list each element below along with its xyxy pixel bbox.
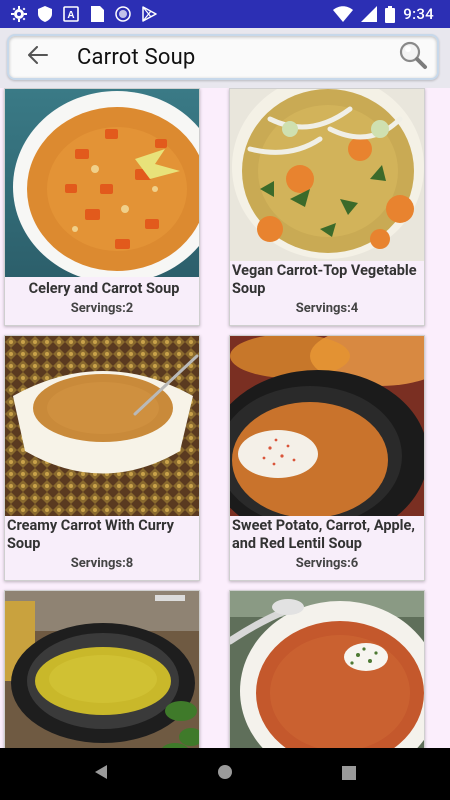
recipe-image [230,89,424,261]
nav-home-button[interactable] [163,748,287,800]
recipe-title: Celery and Carrot Soup [28,280,180,297]
recipe-card[interactable]: Sweet Potato, Carrot, Apple, and Red Len… [229,335,425,581]
recipe-servings: Servings:6 [295,556,359,571]
recipe-title: Sweet Potato, Carrot, Apple, and Red Len… [232,517,415,552]
system-nav-bar [0,748,450,800]
recipe-servings: Servings:2 [70,301,134,316]
recipe-card[interactable]: Vegan Carrot-Top Vegetable Soup Servings… [229,88,425,326]
sim-card-icon [89,6,105,22]
nav-recents-square-icon [342,765,356,784]
gear-icon [11,6,27,22]
recipe-servings: Servings:4 [295,301,359,316]
recipe-card[interactable] [229,590,425,748]
recipe-image [5,336,199,516]
wifi-icon [333,6,354,22]
status-time: 9:34 [403,5,434,23]
recipe-title: Creamy Carrot With Curry Soup [7,517,174,552]
recipe-image [5,591,199,748]
circle-icon [115,6,131,22]
recipe-image [5,89,199,277]
status-bar: A 9:34 [0,0,450,28]
recipe-grid: Celery and Carrot Soup Servings:2 Vegan … [0,88,450,748]
nav-back-triangle-icon [94,764,108,784]
signal-icon [361,6,378,22]
recipe-servings: Servings:8 [70,556,134,571]
nav-recents-button[interactable] [287,748,411,800]
back-button[interactable] [15,36,61,78]
magnifier-icon [398,40,428,74]
search-bar[interactable]: Carrot Soup [7,34,439,80]
nav-back-button[interactable] [39,748,163,800]
recipe-card[interactable]: Celery and Carrot Soup Servings:2 [4,88,200,326]
recipe-image [230,591,424,748]
recipe-card[interactable]: Creamy Carrot With Curry Soup Servings:8 [4,335,200,581]
play-store-icon [141,6,157,22]
shield-icon [37,6,53,22]
arrow-left-icon [28,46,48,68]
recipe-image [230,336,424,516]
recipe-title: Vegan Carrot-Top Vegetable Soup [232,262,417,297]
search-button[interactable] [393,37,433,77]
svg-text:A: A [67,10,74,21]
search-query-title[interactable]: Carrot Soup [77,45,393,70]
a-box-icon: A [63,6,79,22]
app-bar: Carrot Soup [0,28,450,88]
recipe-card[interactable] [4,590,200,748]
battery-icon [385,5,396,23]
nav-home-circle-icon [217,764,233,784]
